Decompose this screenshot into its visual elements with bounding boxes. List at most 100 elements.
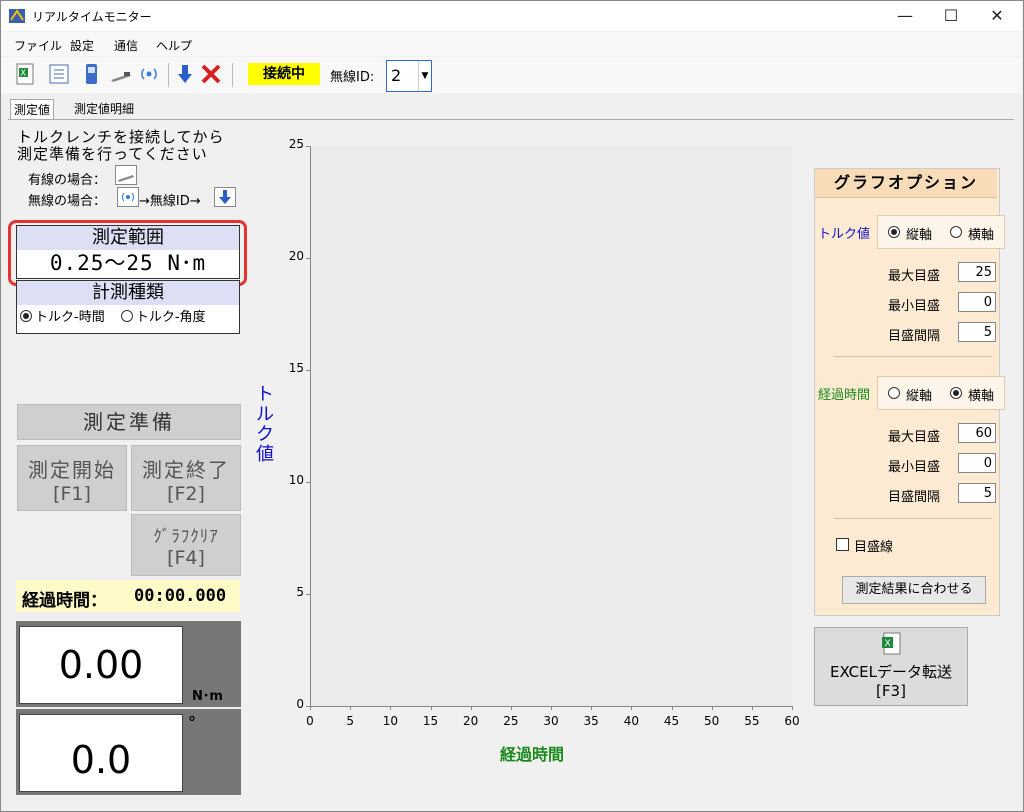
time-vertical-radio[interactable]	[888, 387, 900, 399]
menu-help[interactable]: ヘルプ	[156, 37, 192, 54]
excel-button-label: EXCELデータ転送	[830, 663, 952, 681]
svg-text:X: X	[21, 69, 27, 78]
time-option-label: 経過時間	[818, 388, 871, 403]
stop-button[interactable]: 測定終了 [F2]	[131, 445, 241, 511]
close-window-button[interactable]: ✕	[974, 1, 1020, 31]
x-axis-label: 経過時間	[500, 745, 565, 764]
x-tick-label: 40	[623, 714, 639, 728]
menu-file[interactable]: ファイル	[14, 37, 62, 54]
app-icon	[9, 8, 25, 23]
toolbar-separator	[232, 63, 233, 87]
excel-icon[interactable]: X	[14, 63, 36, 85]
angle-reading: 0.0	[19, 714, 183, 792]
time-horizontal-radio[interactable]	[950, 387, 962, 399]
device-icon[interactable]	[80, 63, 102, 85]
torque-max-input[interactable]: 25	[958, 262, 996, 282]
tab-measurement-detail[interactable]: 測定値明細	[71, 99, 137, 119]
torque-step-input[interactable]: 5	[958, 322, 996, 342]
fit-to-results-button[interactable]: 測定結果に合わせる	[842, 576, 986, 604]
y-tick-label: 20	[288, 249, 304, 263]
x-tick-mark	[310, 706, 311, 710]
divider	[834, 518, 992, 519]
elapsed-time-bar: 経過時間： 00:00.000	[16, 580, 240, 612]
angle-unit: °	[188, 713, 196, 732]
menu-settings[interactable]: 設定	[70, 37, 94, 54]
x-tick-mark	[390, 706, 392, 710]
x-tick-mark	[350, 706, 352, 710]
tab-measurement[interactable]: 測定値	[10, 99, 55, 120]
y-tick-label: 10	[288, 473, 304, 487]
torque-angle-label: トルク-角度	[135, 310, 206, 325]
clear-graph-key: [F4]	[167, 547, 205, 569]
minimize-button[interactable]: —	[882, 1, 928, 31]
start-button-key: [F1]	[53, 483, 91, 505]
torque-horizontal-label: 横軸	[968, 228, 995, 243]
y-tick-mark	[306, 146, 310, 147]
x-tick-mark	[711, 706, 713, 710]
time-min-input[interactable]: 0	[958, 453, 996, 473]
radio-id-select[interactable]: 2 ▼	[386, 60, 432, 92]
maximize-button[interactable]: ☐	[928, 1, 974, 31]
excel-transfer-button[interactable]: X EXCELデータ転送 [F3]	[814, 627, 968, 706]
measurement-type-box: 計測種類 トルク-時間 トルク-角度	[16, 280, 240, 334]
wrench-icon[interactable]	[110, 63, 132, 85]
torque-angle-radio[interactable]	[120, 310, 133, 322]
list-icon[interactable]	[48, 63, 70, 85]
time-max-input[interactable]: 60	[958, 423, 996, 443]
window-title: リアルタイムモニター	[32, 10, 152, 24]
y-tick-label: 15	[288, 361, 304, 375]
torque-vertical-radio[interactable]	[888, 226, 900, 238]
wireless-icon[interactable]	[138, 63, 160, 85]
y-axis-label: トルク値	[256, 384, 274, 465]
torque-vertical-label: 縦軸	[906, 228, 933, 243]
time-max-label: 最大目盛	[887, 430, 940, 445]
download-arrow-icon[interactable]	[174, 63, 196, 85]
x-tick-mark	[671, 706, 673, 710]
instruction-line-2: 測定準備を行ってください	[17, 145, 208, 163]
time-min-label: 最小目盛	[887, 460, 940, 475]
menu-bar	[1, 32, 1022, 56]
time-vertical-label: 縦軸	[906, 389, 933, 404]
torque-time-radio[interactable]	[20, 310, 32, 322]
divider	[834, 356, 992, 357]
prepare-button[interactable]: 測定準備	[17, 404, 241, 440]
time-step-input[interactable]: 5	[958, 483, 996, 503]
torque-horizontal-radio[interactable]	[950, 226, 962, 238]
torque-option-label: トルク値	[818, 227, 871, 242]
x-tick-label: 50	[704, 714, 720, 728]
start-button[interactable]: 測定開始 [F1]	[17, 445, 127, 511]
time-horizontal-label: 横軸	[968, 389, 995, 404]
wireless-icon	[117, 187, 139, 207]
clear-graph-button[interactable]: ｸﾞﾗﾌｸﾘｱ [F4]	[131, 514, 241, 576]
torque-min-label: 最小目盛	[887, 299, 940, 314]
chevron-down-icon: ▼	[418, 61, 431, 91]
torque-reading: 0.00	[19, 626, 183, 704]
title-bar	[1, 1, 1022, 31]
x-tick-mark	[470, 706, 472, 710]
gridline-checkbox[interactable]	[836, 538, 849, 551]
x-tick-label: 60	[784, 714, 800, 728]
torque-display: 0.00 N･m	[16, 621, 241, 707]
torque-min-input[interactable]: 0	[958, 292, 996, 312]
graph-options-title: グラフオプション	[815, 169, 997, 198]
y-tick-mark	[306, 258, 310, 259]
wired-label: 有線の場合：	[28, 173, 107, 188]
stop-button-label: 測定終了	[142, 458, 230, 482]
x-tick-mark	[751, 706, 753, 710]
angle-display: 0.0 °	[16, 709, 241, 795]
delete-x-icon[interactable]	[200, 63, 222, 85]
elapsed-time-label: 経過時間：	[22, 591, 107, 611]
x-tick-label: 0	[306, 714, 314, 728]
menu-communication[interactable]: 通信	[114, 37, 138, 54]
x-tick-label: 20	[463, 714, 479, 728]
x-tick-label: 35	[583, 714, 599, 728]
wireless-label: 無線の場合：	[28, 194, 107, 209]
x-tick-mark	[551, 706, 552, 710]
torque-unit: N･m	[192, 689, 223, 704]
elapsed-time-value: 00:00.000	[134, 586, 227, 606]
time-step-label: 目盛間隔	[887, 490, 940, 505]
x-tick-mark	[430, 706, 432, 710]
torque-time-label: トルク-時間	[35, 310, 105, 325]
clear-graph-label: ｸﾞﾗﾌｸﾘｱ	[153, 527, 219, 547]
type-header: 計測種類	[17, 281, 239, 305]
